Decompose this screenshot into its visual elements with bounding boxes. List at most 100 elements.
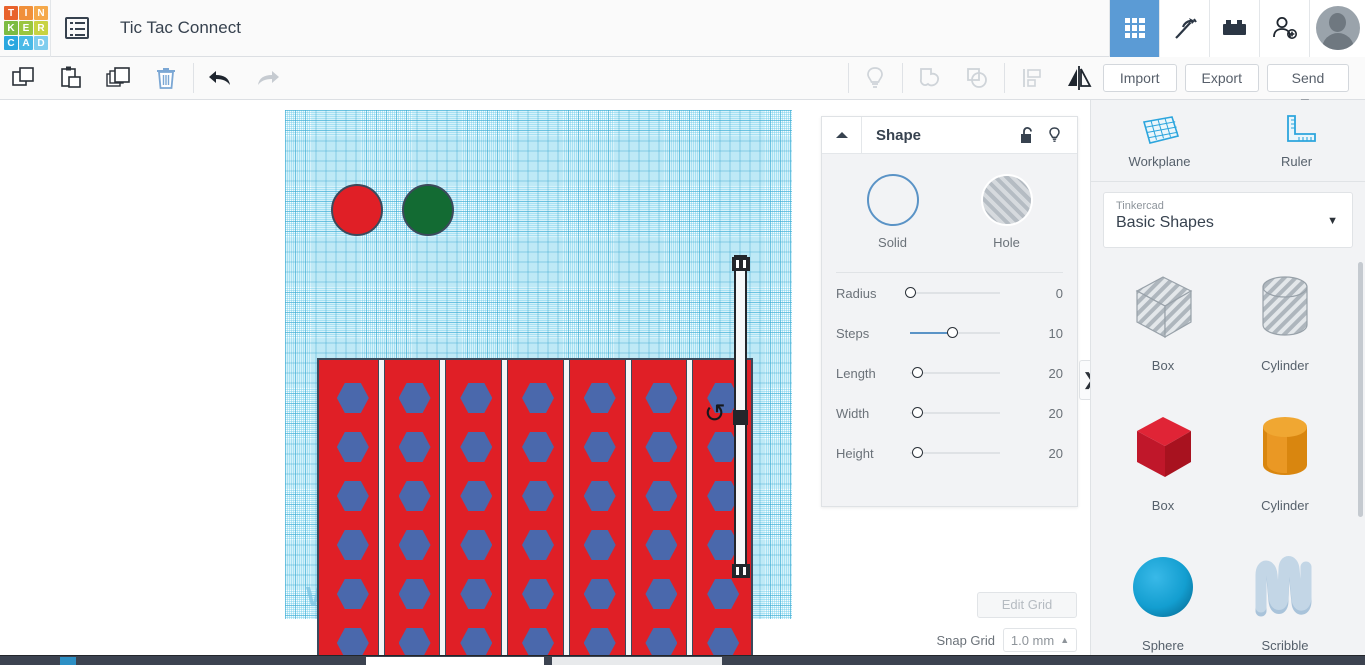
sidebar-scrollbar[interactable] xyxy=(1358,262,1363,517)
board-hole[interactable] xyxy=(460,578,493,610)
slider-value[interactable]: 0 xyxy=(1056,286,1063,301)
apps-grid-button[interactable] xyxy=(1109,0,1159,57)
show-hidden-button[interactable] xyxy=(852,57,899,99)
edit-grid-button[interactable]: Edit Grid xyxy=(977,592,1077,618)
ruler-tool[interactable]: Ruler xyxy=(1228,100,1365,181)
redo-button[interactable] xyxy=(244,57,291,99)
board-divider[interactable] xyxy=(439,360,447,665)
avatar xyxy=(1315,6,1360,50)
board-hole[interactable] xyxy=(522,529,554,561)
board-hole[interactable] xyxy=(583,382,616,414)
board-hole[interactable] xyxy=(336,382,369,414)
board-hole[interactable] xyxy=(522,480,554,512)
board-hole[interactable] xyxy=(398,578,431,610)
slider-knob[interactable] xyxy=(912,447,924,458)
board-hole[interactable] xyxy=(522,431,554,463)
shape-hole-cylinder[interactable]: Cylinder xyxy=(1221,258,1349,398)
snap-grid-select[interactable]: 1.0 mm ▲ xyxy=(1003,628,1077,652)
board-hole[interactable] xyxy=(460,431,493,463)
board-hole[interactable] xyxy=(460,382,493,414)
duplicate-button[interactable] xyxy=(95,57,142,99)
lightbulb-icon[interactable] xyxy=(1046,126,1063,145)
tinkercad-logo[interactable]: TIN KER CAD xyxy=(2,4,50,52)
align-button[interactable] xyxy=(1008,57,1055,99)
slider-knob[interactable] xyxy=(947,327,959,338)
slider-track[interactable] xyxy=(910,327,1000,338)
import-button[interactable]: Import xyxy=(1102,64,1177,92)
minecraft-button[interactable] xyxy=(1159,0,1209,57)
shape-library-select[interactable]: Tinkercad Basic Shapes ▼ xyxy=(1103,192,1353,248)
project-menu-button[interactable] xyxy=(50,0,102,57)
mirror-button[interactable] xyxy=(1055,57,1102,99)
board-hole[interactable] xyxy=(398,382,431,414)
group-button[interactable] xyxy=(906,57,953,99)
delete-button[interactable] xyxy=(142,57,189,99)
board-hole[interactable] xyxy=(645,529,678,561)
blocks-button[interactable] xyxy=(1209,0,1259,57)
paste-button[interactable] xyxy=(47,57,94,99)
slider-value[interactable]: 10 xyxy=(1049,326,1063,341)
workplane-tool[interactable]: Workplane xyxy=(1091,100,1228,181)
board-hole[interactable] xyxy=(645,480,678,512)
slider-knob[interactable] xyxy=(912,367,924,378)
invite-button[interactable] xyxy=(1259,0,1309,57)
slider-value[interactable]: 20 xyxy=(1049,446,1063,461)
shape-sphere[interactable]: Sphere xyxy=(1099,538,1227,665)
board-hole[interactable] xyxy=(583,529,616,561)
slider-track[interactable] xyxy=(910,407,1000,418)
board-hole[interactable] xyxy=(460,529,493,561)
send-to-button[interactable]: Send To xyxy=(1266,64,1349,112)
board-hole[interactable] xyxy=(460,480,493,512)
selection-handle-top[interactable] xyxy=(732,257,750,271)
board-hole[interactable] xyxy=(398,431,431,463)
export-button[interactable]: Export xyxy=(1184,64,1259,92)
toolbar-divider-3 xyxy=(902,63,904,93)
shape-cylinder[interactable]: Cylinder xyxy=(1221,398,1349,538)
board-hole[interactable] xyxy=(336,578,369,610)
board-hole[interactable] xyxy=(645,382,678,414)
board-hole[interactable] xyxy=(398,529,431,561)
board-divider[interactable] xyxy=(624,360,632,665)
unlock-icon[interactable] xyxy=(1019,126,1036,145)
board-hole[interactable] xyxy=(583,578,616,610)
board-hole[interactable] xyxy=(336,431,369,463)
selection-handle-bottom[interactable] xyxy=(732,564,750,578)
board-hole[interactable] xyxy=(336,480,369,512)
board-divider[interactable] xyxy=(501,360,509,665)
board-hole[interactable] xyxy=(645,431,678,463)
rotate-handle-icon[interactable]: ↺ xyxy=(704,400,726,426)
account-button[interactable] xyxy=(1309,0,1365,57)
board-hole[interactable] xyxy=(583,480,616,512)
shape-box[interactable]: Box xyxy=(1099,398,1227,538)
red-puck[interactable] xyxy=(331,184,383,236)
board-hole[interactable] xyxy=(583,431,616,463)
copy-button[interactable] xyxy=(0,57,47,99)
selection-handle-side[interactable] xyxy=(733,410,748,425)
slider-value[interactable]: 20 xyxy=(1049,406,1063,421)
board-divider[interactable] xyxy=(562,360,570,665)
board-divider[interactable] xyxy=(686,360,694,665)
slider-knob[interactable] xyxy=(905,287,916,298)
board-hole[interactable] xyxy=(398,480,431,512)
slider-knob[interactable] xyxy=(912,407,924,418)
shape-hole-box[interactable]: Box xyxy=(1099,258,1227,398)
board-hole[interactable] xyxy=(522,382,554,414)
hole-option[interactable]: Hole xyxy=(980,174,1033,250)
slider-track[interactable] xyxy=(910,447,1000,458)
shape-scribble[interactable]: Scribble xyxy=(1221,538,1349,665)
board-hole[interactable] xyxy=(645,578,678,610)
green-puck[interactable] xyxy=(402,184,454,236)
solid-option[interactable]: Solid xyxy=(866,174,919,250)
board-divider[interactable] xyxy=(377,360,385,665)
slider-track[interactable] xyxy=(910,367,1000,378)
panel-collapse-button[interactable] xyxy=(822,116,862,154)
collapse-arrow-icon xyxy=(835,132,848,138)
board-hole[interactable] xyxy=(336,529,369,561)
board-hole[interactable] xyxy=(707,578,740,610)
slider-value[interactable]: 20 xyxy=(1049,366,1063,381)
connect-four-board[interactable] xyxy=(317,358,753,665)
undo-button[interactable] xyxy=(197,57,244,99)
board-hole[interactable] xyxy=(522,578,554,610)
ungroup-button[interactable] xyxy=(954,57,1001,99)
slider-track[interactable] xyxy=(905,287,1000,298)
